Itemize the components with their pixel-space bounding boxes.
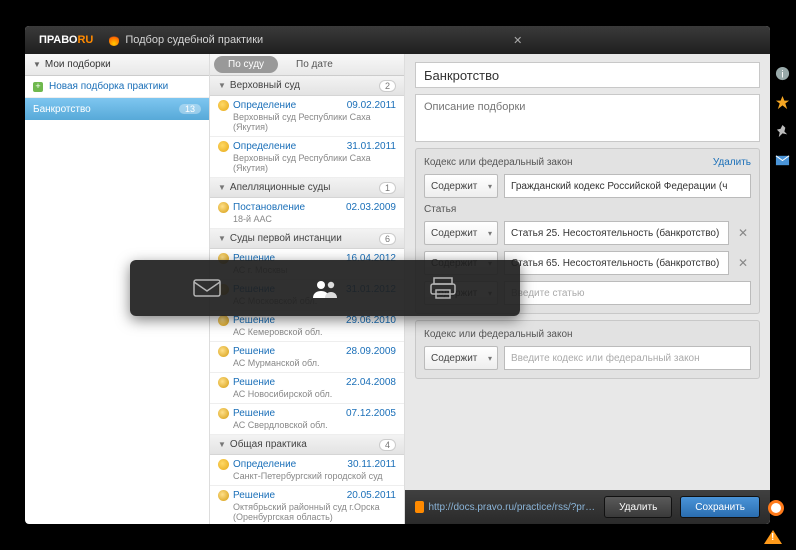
people-icon[interactable]: [310, 276, 340, 300]
block2-input[interactable]: [504, 346, 751, 370]
left-header-label: Мои подборки: [45, 59, 111, 70]
new-collection-row[interactable]: + Новая подборка практики: [25, 76, 209, 98]
tabs: По суду По дате: [210, 54, 404, 76]
art3-input[interactable]: [504, 281, 751, 305]
app-title: Подбор судебной практики: [109, 34, 263, 46]
left-header[interactable]: ▼ Мои подборки: [25, 54, 209, 76]
case-item[interactable]: Решение22.04.2008АС Новосибирской обл.: [210, 373, 404, 404]
block1-delete-link[interactable]: Удалить: [713, 157, 751, 168]
tools-icon[interactable]: ✕: [513, 34, 522, 47]
collection-title-input[interactable]: [415, 62, 760, 88]
collection-count: 13: [179, 104, 201, 114]
block1-codex-input[interactable]: [504, 174, 751, 198]
filter-block-2: Кодекс или федеральный закон Содержит: [415, 320, 760, 379]
info-icon[interactable]: i: [775, 66, 790, 81]
pin-icon[interactable]: [775, 124, 790, 139]
case-item[interactable]: Постановление02.03.200918-й ААС: [210, 198, 404, 229]
right-sidebar: i: [774, 66, 790, 168]
help-icon[interactable]: [768, 500, 784, 516]
print-icon[interactable]: [428, 276, 458, 300]
group-header[interactable]: ▼Апелляционные суды1: [210, 178, 404, 198]
star-icon[interactable]: [775, 95, 790, 110]
tab-by-date[interactable]: По дате: [282, 56, 347, 73]
case-item[interactable]: Решение28.09.2009АС Мурманской обл.: [210, 342, 404, 373]
collection-selected[interactable]: Банкротство 13: [25, 98, 209, 120]
tab-by-court[interactable]: По суду: [214, 56, 278, 73]
article-head: Статья: [424, 204, 751, 215]
group-header[interactable]: ▼Суды первой инстанции6: [210, 229, 404, 249]
collection-name: Банкротство: [33, 104, 91, 115]
envelope-icon[interactable]: [192, 276, 222, 300]
case-item[interactable]: Определение09.02.2011Верховный суд Респу…: [210, 96, 404, 137]
case-item[interactable]: Определение31.01.2011Верховный суд Респу…: [210, 137, 404, 178]
title-bar: ПРАВОRU Подбор судебной практики ✕: [25, 26, 770, 54]
art1-mode[interactable]: Содержит: [424, 221, 498, 245]
rss-url: http://docs.pravo.ru/practice/rss/?pract…: [428, 502, 596, 513]
block2-mode[interactable]: Содержит: [424, 346, 498, 370]
group-header[interactable]: ▼Общая практика4: [210, 435, 404, 455]
collection-desc-input[interactable]: [415, 94, 760, 142]
delete-button[interactable]: Удалить: [604, 496, 672, 518]
block1-head: Кодекс или федеральный закон: [424, 157, 573, 168]
mail-icon[interactable]: [775, 153, 790, 168]
art2-input[interactable]: [504, 251, 729, 275]
footer-bar: http://docs.pravo.ru/practice/rss/?pract…: [405, 490, 770, 524]
svg-text:i: i: [781, 69, 783, 80]
rss-row[interactable]: http://docs.pravo.ru/practice/rss/?pract…: [415, 501, 596, 513]
logo: ПРАВОRU: [33, 32, 99, 48]
art1-input[interactable]: [504, 221, 729, 245]
new-collection-label: Новая подборка практики: [49, 81, 168, 92]
block1-codex-mode[interactable]: Содержит: [424, 174, 498, 198]
block2-head: Кодекс или федеральный закон: [424, 329, 573, 340]
case-item[interactable]: Решение20.05.2011Октябрьский районный су…: [210, 486, 404, 524]
app-title-text: Подбор судебной практики: [125, 34, 263, 46]
warning-icon[interactable]: [764, 530, 782, 544]
chevron-down-icon: ▼: [33, 60, 41, 69]
plus-icon: +: [33, 82, 43, 92]
case-item[interactable]: Решение07.12.2005АС Свердловской обл.: [210, 404, 404, 435]
art1-remove[interactable]: ✕: [735, 225, 751, 241]
rss-icon: [415, 501, 424, 513]
case-item[interactable]: Определение30.11.2011Санкт-Петербургский…: [210, 455, 404, 486]
art2-remove[interactable]: ✕: [735, 255, 751, 271]
flame-icon: [109, 34, 119, 46]
share-overlay: [130, 260, 520, 316]
group-header[interactable]: ▼Верховный суд2: [210, 76, 404, 96]
save-button[interactable]: Сохранить: [680, 496, 760, 518]
